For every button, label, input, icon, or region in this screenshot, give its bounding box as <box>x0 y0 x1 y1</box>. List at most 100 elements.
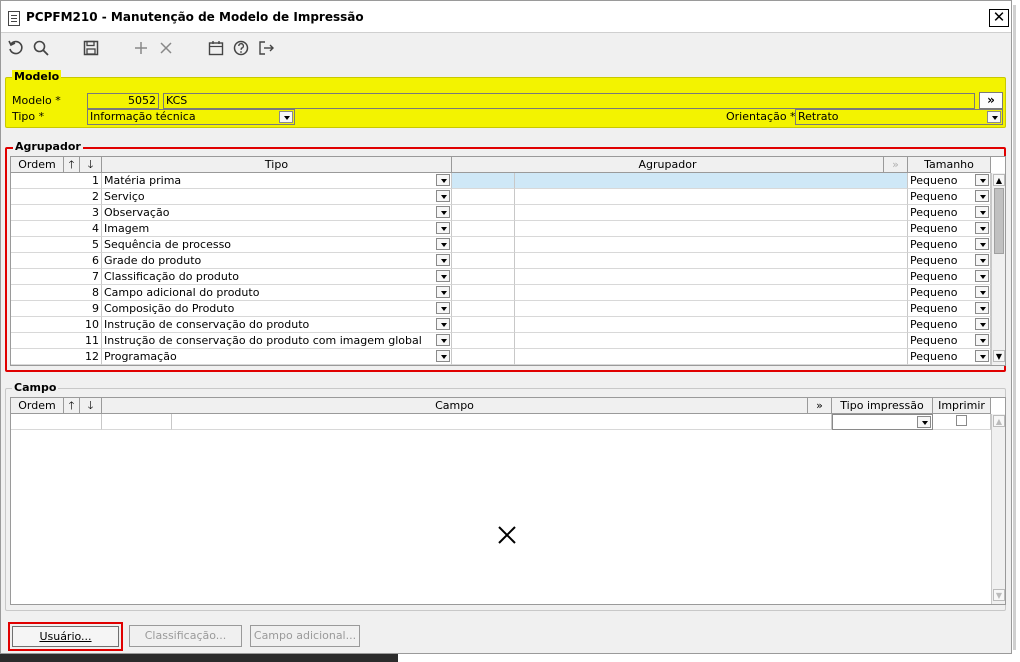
chevron-down-icon[interactable] <box>975 334 989 346</box>
table-row[interactable]: 6 Grade do produto Pequeno <box>11 253 991 269</box>
tamanho-select[interactable]: Pequeno <box>908 253 991 269</box>
ordem-cell[interactable]: 3 <box>11 205 102 221</box>
agrupador-code-cell[interactable] <box>452 237 515 253</box>
agrupador-code-cell[interactable] <box>452 189 515 205</box>
table-row[interactable]: 1 Matéria prima Pequeno <box>11 173 991 189</box>
table-row[interactable]: 9 Composição do Produto Pequeno <box>11 301 991 317</box>
tamanho-select[interactable]: Pequeno <box>908 285 991 301</box>
scroll-up-icon[interactable]: ▲ <box>993 174 1005 186</box>
tamanho-select[interactable]: Pequeno <box>908 269 991 285</box>
agrupador-name-cell[interactable] <box>515 317 908 333</box>
search-icon[interactable] <box>30 37 52 59</box>
chevron-down-icon[interactable] <box>436 318 450 330</box>
table-row[interactable]: 12 Programação Pequeno <box>11 349 991 365</box>
col-header-tamanho[interactable]: Tamanho <box>908 157 991 173</box>
table-row[interactable]: 5 Sequência de processo Pequeno <box>11 237 991 253</box>
col-header-imprimir[interactable]: Imprimir <box>933 398 991 414</box>
agrupador-name-cell[interactable] <box>515 333 908 349</box>
chevron-down-icon[interactable] <box>975 254 989 266</box>
tipo-select[interactable]: Campo adicional do produto <box>102 285 452 301</box>
chevron-down-icon[interactable] <box>436 302 450 314</box>
tipo-select[interactable]: Grade do produto <box>102 253 452 269</box>
chevron-down-icon[interactable] <box>436 206 450 218</box>
tipo-select[interactable]: Composição do Produto <box>102 301 452 317</box>
chevron-down-icon[interactable] <box>975 190 989 202</box>
sort-down-icon[interactable]: 🡓 <box>80 157 102 173</box>
exit-icon[interactable] <box>255 37 277 59</box>
chevron-down-icon[interactable] <box>975 286 989 298</box>
tipo-select[interactable]: Instrução de conservação do produto <box>102 317 452 333</box>
tamanho-select[interactable]: Pequeno <box>908 301 991 317</box>
save-icon[interactable] <box>80 37 102 59</box>
table-row[interactable]: 3 Observação Pequeno <box>11 205 991 221</box>
chevron-down-icon[interactable] <box>975 270 989 282</box>
chevron-down-icon[interactable] <box>436 350 450 362</box>
ordem-cell[interactable]: 12 <box>11 349 102 365</box>
agrupador-code-cell[interactable] <box>452 173 515 189</box>
scroll-up-icon[interactable]: ▲ <box>993 415 1005 427</box>
chevron-down-icon[interactable] <box>975 206 989 218</box>
table-row[interactable]: 11 Instrução de conservação do produto co… <box>11 333 991 349</box>
tipo-select[interactable]: Instrução de conservação do produto com … <box>102 333 452 349</box>
chevron-down-icon[interactable] <box>279 111 293 123</box>
tipo-impressao-select[interactable] <box>832 414 933 430</box>
campo-code-cell[interactable] <box>102 414 172 430</box>
tipo-select[interactable]: Imagem <box>102 221 452 237</box>
campo-scrollbar[interactable]: ▲ ▼ <box>991 414 1005 604</box>
usuario-button[interactable]: Usuário... <box>12 626 119 647</box>
delete-icon[interactable] <box>155 37 177 59</box>
agrupador-name-cell[interactable] <box>515 349 908 365</box>
sort-down-icon[interactable]: 🡓 <box>80 398 102 414</box>
agrupador-name-cell[interactable] <box>515 221 908 237</box>
modelo-lookup-button[interactable]: » <box>979 92 1003 109</box>
chevron-down-icon[interactable] <box>436 334 450 346</box>
tipo-select[interactable]: Observação <box>102 205 452 221</box>
agrupador-name-cell[interactable] <box>515 269 908 285</box>
chevron-down-icon[interactable] <box>436 254 450 266</box>
campo-ordem-cell[interactable] <box>11 414 102 430</box>
agrupador-code-cell[interactable] <box>452 253 515 269</box>
chevron-down-icon[interactable] <box>436 190 450 202</box>
tamanho-select[interactable]: Pequeno <box>908 221 991 237</box>
imprimir-checkbox[interactable] <box>956 415 967 426</box>
tamanho-select[interactable]: Pequeno <box>908 189 991 205</box>
ordem-cell[interactable]: 4 <box>11 221 102 237</box>
chevron-down-icon[interactable] <box>436 270 450 282</box>
col-header-agrupador[interactable]: Agrupador <box>452 157 884 173</box>
campo-name-cell[interactable] <box>172 414 832 430</box>
agrupador-name-cell[interactable] <box>515 253 908 269</box>
tipo-select[interactable]: Serviço <box>102 189 452 205</box>
agrupador-name-cell[interactable] <box>515 205 908 221</box>
chevron-down-icon[interactable] <box>987 111 1001 123</box>
chevron-down-icon[interactable] <box>436 174 450 186</box>
refresh-icon[interactable] <box>5 37 27 59</box>
ordem-cell[interactable]: 8 <box>11 285 102 301</box>
table-row[interactable] <box>11 414 991 430</box>
agrupador-name-cell[interactable] <box>515 173 908 189</box>
campo-expand-button[interactable]: » <box>808 398 832 414</box>
ordem-cell[interactable]: 11 <box>11 333 102 349</box>
modelo-name-field[interactable]: KCS <box>163 93 975 109</box>
ordem-cell[interactable]: 10 <box>11 317 102 333</box>
table-row[interactable]: 8 Campo adicional do produto Pequeno <box>11 285 991 301</box>
tamanho-select[interactable]: Pequeno <box>908 237 991 253</box>
agrupador-name-cell[interactable] <box>515 301 908 317</box>
tamanho-select[interactable]: Pequeno <box>908 205 991 221</box>
col-header-tipo-impressao[interactable]: Tipo impressão <box>832 398 933 414</box>
tipo-select[interactable]: Classificação do produto <box>102 269 452 285</box>
chevron-down-icon[interactable] <box>975 238 989 250</box>
tipo-select[interactable]: Informação técnica <box>87 109 295 125</box>
chevron-down-icon[interactable] <box>436 222 450 234</box>
ordem-cell[interactable]: 5 <box>11 237 102 253</box>
table-row[interactable]: 10 Instrução de conservação do produto Peq… <box>11 317 991 333</box>
table-row[interactable]: 2 Serviço Pequeno <box>11 189 991 205</box>
chevron-down-icon[interactable] <box>975 222 989 234</box>
agrupador-name-cell[interactable] <box>515 189 908 205</box>
tamanho-select[interactable]: Pequeno <box>908 173 991 189</box>
tipo-select[interactable]: Programação <box>102 349 452 365</box>
ordem-cell[interactable]: 6 <box>11 253 102 269</box>
sort-up-icon[interactable]: 🡑 <box>64 157 80 173</box>
chevron-down-icon[interactable] <box>917 416 931 428</box>
scroll-down-icon[interactable]: ▼ <box>993 350 1005 362</box>
calendar-icon[interactable] <box>205 37 227 59</box>
